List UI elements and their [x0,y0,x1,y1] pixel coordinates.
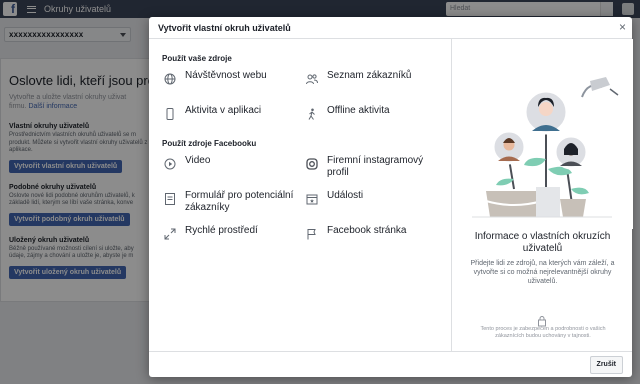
source-options: Použít vaše zdroje Návštěvnost webu Sezn… [149,39,451,351]
calendar-icon [306,194,318,205]
play-icon [164,158,176,170]
option-customer-list[interactable]: Seznam zákazníků [304,70,446,105]
your-sources-grid: Návštěvnost webu Seznam zákazníků Aktivi… [162,70,438,140]
facebook-sources-grid: Video Firemní instagramový profil Formul… [162,155,438,260]
option-label: Facebook stránka [327,225,407,236]
option-label: Rychlé prostředí [185,225,258,236]
info-description: Přidejte lidi ze zdrojů, na kterých vám … [470,260,615,285]
people-icon [306,74,318,85]
option-app-activity[interactable]: Aktivita v aplikaci [162,105,304,140]
option-video[interactable]: Video [162,155,304,190]
instagram-icon [306,158,318,170]
option-facebook-page[interactable]: Facebook stránka [304,225,446,260]
option-label: Aktivita v aplikaci [185,105,262,116]
option-events[interactable]: Události [304,190,446,225]
option-label: Firemní instagramový profil [327,155,424,178]
person-walking-icon [308,108,315,120]
option-website-traffic[interactable]: Návštěvnost webu [162,70,304,105]
info-panel: Informace o vlastních okruzích uživatelů… [451,39,633,351]
option-label: Události [327,190,364,201]
close-icon[interactable]: × [619,20,626,34]
option-instant-experience[interactable]: Rychlé prostředí [162,225,304,260]
flag-icon [307,229,316,240]
your-sources-heading: Použít vaše zdroje [162,54,232,63]
dialog-footer: Zrušit [149,351,632,377]
option-label: Formulář pro potenciální zákazníky [185,190,294,213]
dialog-header: Vytvořit vlastní okruh uživatelů × [149,17,632,39]
facebook-sources-heading: Použít zdroje Facebooku [162,139,257,148]
option-label: Offline aktivita [327,105,390,116]
option-offline-activity[interactable]: Offline aktivita [304,105,446,140]
privacy-note: Tento proces je zabezpečen a podrobnosti… [480,326,606,339]
globe-icon [164,73,176,85]
info-title: Informace o vlastních okruzích uživatelů [474,231,611,254]
cancel-button[interactable]: Zrušit [589,356,623,374]
option-label: Návštěvnost webu [185,70,267,81]
option-label: Seznam zákazníků [327,70,412,81]
dialog-title: Vytvořit vlastní okruh uživatelů [158,23,291,33]
option-instagram-profile[interactable]: Firemní instagramový profil [304,155,446,190]
create-custom-audience-dialog: Vytvořit vlastní okruh uživatelů × Použí… [149,17,633,377]
expand-icon [164,228,176,240]
form-icon [165,193,175,205]
mobile-icon [166,108,174,120]
option-lead-form[interactable]: Formulář pro potenciální zákazníky [162,190,304,225]
plants-illustration [452,39,633,229]
option-label: Video [185,155,211,166]
